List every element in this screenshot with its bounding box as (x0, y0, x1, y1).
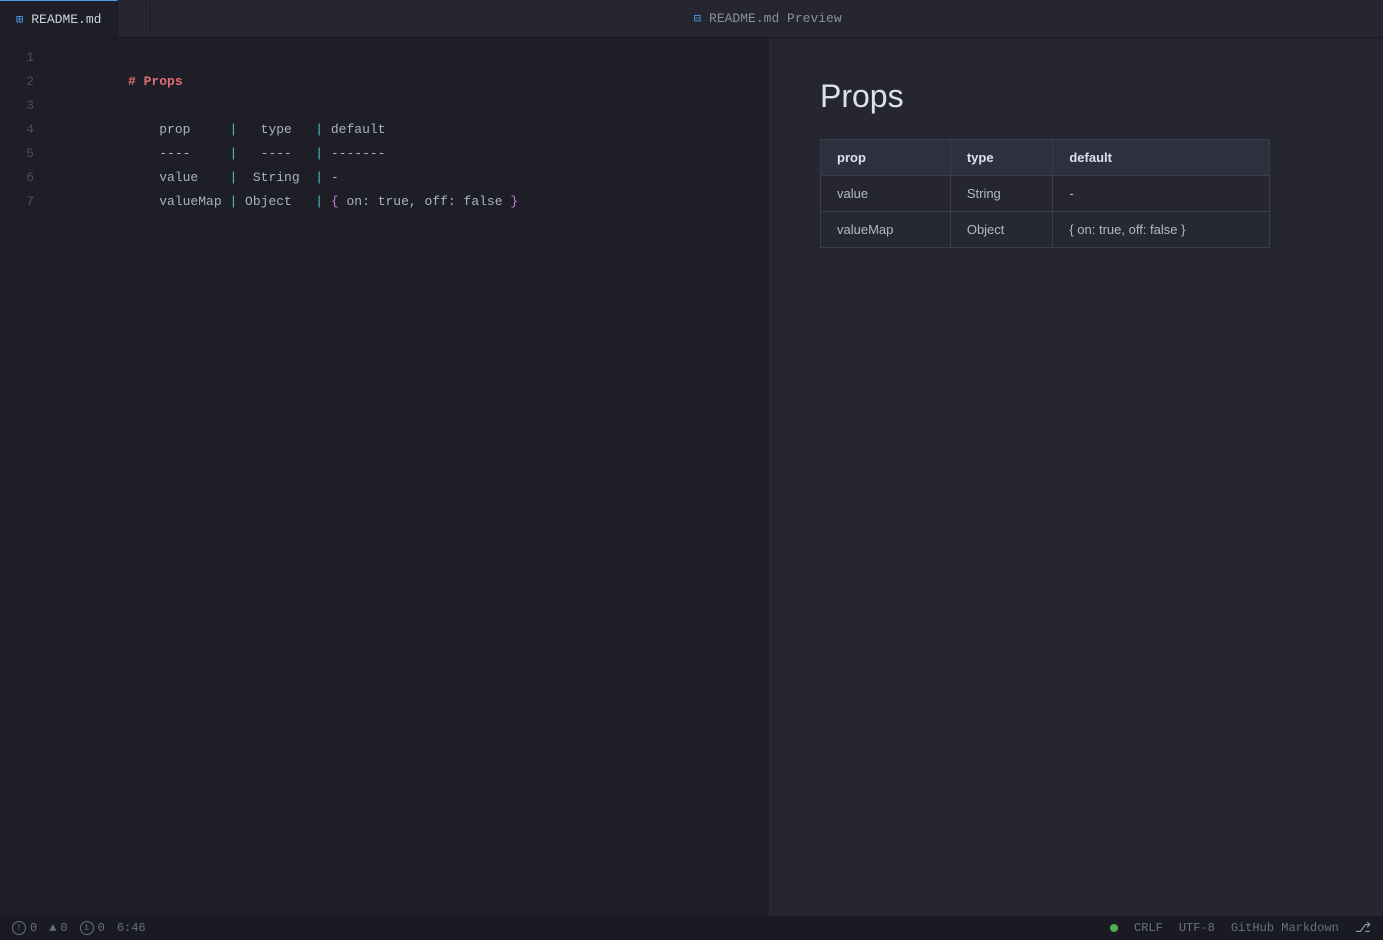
table-header-type: type (950, 140, 1053, 176)
preview-content: Props prop type default value String - (770, 38, 1383, 916)
line-num-4: 4 (0, 118, 34, 142)
code-plain-6b: Object (237, 194, 315, 209)
code-bracket-6a: { (331, 194, 339, 209)
code-plain-4c: ------- (323, 146, 385, 161)
encoding-label: UTF-8 (1179, 921, 1215, 935)
line-num-6: 6 (0, 166, 34, 190)
code-pipe-4b: | (315, 146, 323, 161)
status-right: CRLF UTF-8 GitHub Markdown ⎇ (1110, 920, 1371, 937)
table-row-valuemap: valueMap Object { on: true, off: false } (821, 212, 1270, 248)
editor-content[interactable]: 1 2 3 4 5 6 7 # Props prop | type | defa… (0, 38, 769, 916)
table-header-prop: prop (821, 140, 951, 176)
branch-icon: ⎇ (1355, 920, 1371, 937)
heading-hash: # (128, 74, 144, 89)
code-plain-3b: type (237, 122, 315, 137)
code-plain-6d: on: true, off: false (339, 194, 511, 209)
table-cell-value-type: String (950, 176, 1053, 212)
tab-preview[interactable] (118, 0, 151, 37)
code-plain-3c: default (323, 122, 385, 137)
preview-tab-icon: ⊟ (694, 11, 701, 26)
table-cell-value-prop: value (821, 176, 951, 212)
table-row-value: value String - (821, 176, 1270, 212)
preview-tab-label: README.md Preview (709, 11, 842, 26)
status-warnings[interactable]: ▲ 0 (49, 921, 67, 935)
status-bar: ! 0 ▲ 0 i 0 6:46 CRLF UTF-8 GitHub Markd… (0, 916, 1383, 940)
code-plain-5c: - (323, 170, 339, 185)
code-plain-6a: valueMap (128, 194, 229, 209)
warning-count: 0 (60, 921, 67, 935)
status-line-ending[interactable]: CRLF (1134, 921, 1163, 935)
status-encoding[interactable]: UTF-8 (1179, 921, 1215, 935)
error-icon: ! (12, 921, 26, 935)
line-numbers: 1 2 3 4 5 6 7 (0, 46, 50, 908)
time-display: 6:46 (117, 921, 146, 935)
code-plain-4a: ---- (128, 146, 229, 161)
warning-icon: ▲ (49, 921, 56, 935)
code-area[interactable]: # Props prop | type | default ---- | ---… (50, 46, 769, 908)
sync-dot (1110, 924, 1118, 932)
table-cell-valuemap-prop: valueMap (821, 212, 951, 248)
status-errors[interactable]: ! 0 (12, 921, 37, 935)
line-ending-label: CRLF (1134, 921, 1163, 935)
preview-table: prop type default value String - valueMa… (820, 139, 1270, 248)
code-plain-5a: value (128, 170, 229, 185)
status-language[interactable]: GitHub Markdown (1231, 921, 1339, 935)
status-branch[interactable]: ⎇ (1355, 920, 1371, 937)
main-content: 1 2 3 4 5 6 7 # Props prop | type | defa… (0, 38, 1383, 916)
preview-heading: Props (820, 78, 1333, 115)
code-plain-5b: String (237, 170, 315, 185)
editor-tab-label: README.md (31, 12, 101, 27)
line-num-5: 5 (0, 142, 34, 166)
status-sync[interactable] (1110, 924, 1118, 932)
editor-pane: 1 2 3 4 5 6 7 # Props prop | type | defa… (0, 38, 770, 916)
code-plain-3a: prop (128, 122, 229, 137)
code-line-1: # Props (50, 46, 753, 70)
status-left: ! 0 ▲ 0 i 0 6:46 (12, 921, 1094, 935)
info-icon: i (80, 921, 94, 935)
status-info[interactable]: i 0 (80, 921, 105, 935)
heading-text: Props (144, 74, 183, 89)
code-bracket-6b: } (510, 194, 518, 209)
line-num-7: 7 (0, 190, 34, 214)
table-cell-valuemap-default: { on: true, off: false } (1053, 212, 1270, 248)
table-header-row: prop type default (821, 140, 1270, 176)
table-cell-valuemap-type: Object (950, 212, 1053, 248)
code-pipe-5b: | (315, 170, 323, 185)
line-num-3: 3 (0, 94, 34, 118)
line-num-1: 1 (0, 46, 34, 70)
code-line-3: prop | type | default (50, 94, 753, 118)
language-label: GitHub Markdown (1231, 921, 1339, 935)
editor-tab-icon: ⊞ (16, 12, 23, 27)
status-time: 6:46 (117, 921, 146, 935)
line-num-2: 2 (0, 70, 34, 94)
table-cell-value-default: - (1053, 176, 1270, 212)
tab-editor[interactable]: ⊞ README.md (0, 0, 118, 37)
preview-pane: Props prop type default value String - (770, 38, 1383, 916)
code-pipe-3b: | (315, 122, 323, 137)
code-pipe-6b: | (315, 194, 323, 209)
table-header-default: default (1053, 140, 1270, 176)
error-count: 0 (30, 921, 37, 935)
code-plain-6c (323, 194, 331, 209)
tab-bar: ⊞ README.md ⊟ README.md Preview (0, 0, 1383, 38)
code-plain-4b: ---- (237, 146, 315, 161)
info-count: 0 (98, 921, 105, 935)
